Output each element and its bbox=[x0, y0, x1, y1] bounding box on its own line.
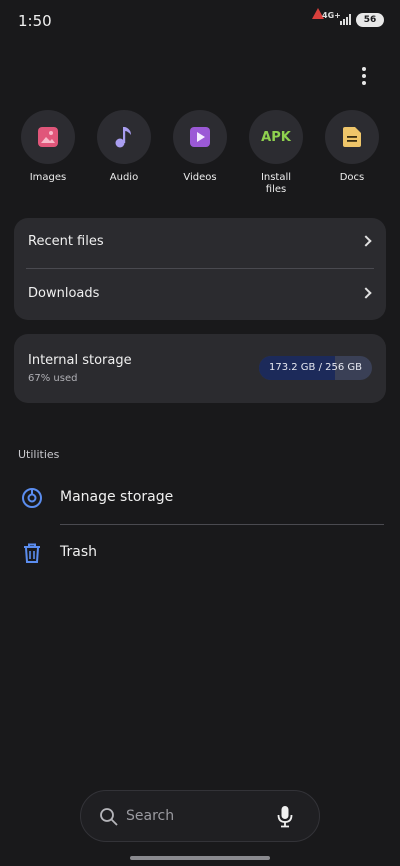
storage-used-percent: 67% used bbox=[28, 373, 78, 384]
storage-usage-text: 173.2 GB / 256 GB bbox=[268, 362, 363, 373]
home-indicator[interactable] bbox=[130, 856, 270, 860]
utilities-section-title: Utilities bbox=[18, 448, 60, 461]
downloads-label: Downloads bbox=[28, 286, 100, 301]
category-videos[interactable]: Videos bbox=[168, 110, 232, 184]
category-docs[interactable]: Docs bbox=[320, 110, 384, 184]
category-label: Docs bbox=[339, 172, 365, 183]
document-icon bbox=[325, 110, 379, 164]
storage-usage-bar: 173.2 GB / 256 GB bbox=[259, 356, 372, 380]
category-label: Install files bbox=[260, 172, 292, 195]
category-label: Images bbox=[29, 172, 67, 183]
category-images[interactable]: Images bbox=[16, 110, 80, 184]
search-bar[interactable]: Search bbox=[80, 790, 320, 842]
signal-icon bbox=[340, 14, 352, 25]
recent-files-label: Recent files bbox=[28, 234, 104, 249]
recent-files-row[interactable]: Recent files bbox=[14, 218, 386, 268]
apk-icon-text: APK bbox=[261, 129, 291, 145]
search-icon bbox=[100, 808, 118, 826]
apk-icon: APK bbox=[249, 110, 303, 164]
trash-label: Trash bbox=[60, 544, 97, 560]
trash-icon bbox=[24, 543, 40, 563]
manage-storage-row[interactable]: Manage storage bbox=[0, 473, 400, 523]
category-install-files[interactable]: APK Install files bbox=[244, 110, 308, 196]
chevron-right-icon bbox=[360, 287, 372, 299]
music-note-icon bbox=[97, 110, 151, 164]
divider bbox=[60, 524, 384, 525]
manage-storage-label: Manage storage bbox=[60, 489, 174, 505]
quick-links-card: Recent files Downloads bbox=[14, 218, 386, 320]
chevron-right-icon bbox=[360, 235, 372, 247]
category-label: Audio bbox=[109, 172, 139, 183]
divider bbox=[26, 268, 374, 269]
battery-indicator: 56 bbox=[356, 13, 384, 27]
search-placeholder: Search bbox=[126, 808, 175, 824]
network-type: 4G+ bbox=[322, 11, 341, 20]
status-time: 1:50 bbox=[18, 12, 52, 30]
category-audio[interactable]: Audio bbox=[92, 110, 156, 184]
play-video-icon bbox=[173, 110, 227, 164]
more-options-icon[interactable] bbox=[352, 64, 376, 88]
image-icon bbox=[21, 110, 75, 164]
downloads-row[interactable]: Downloads bbox=[14, 270, 386, 320]
storage-title: Internal storage bbox=[28, 353, 132, 368]
category-label: Videos bbox=[183, 172, 217, 183]
microphone-icon[interactable] bbox=[277, 806, 293, 828]
status-bar: 1:50 4G+ 56 bbox=[0, 0, 400, 40]
storage-chart-icon bbox=[22, 488, 42, 508]
trash-row[interactable]: Trash bbox=[0, 528, 400, 578]
internal-storage-card[interactable]: Internal storage 67% used 173.2 GB / 256… bbox=[14, 334, 386, 403]
